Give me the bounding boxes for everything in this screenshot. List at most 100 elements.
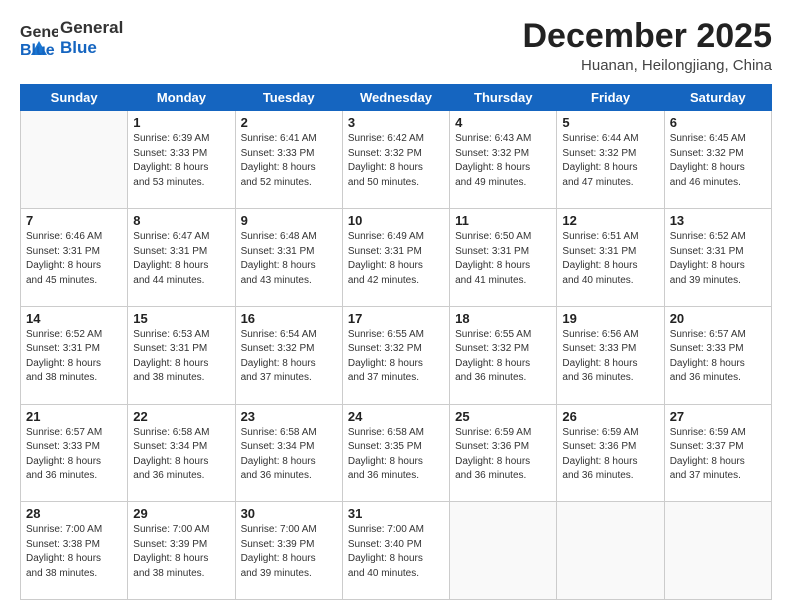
day-info: Sunrise: 6:43 AMSunset: 3:32 PMDaylight:… (455, 132, 551, 190)
day-info: Sunrise: 7:00 AMSunset: 3:38 PMDaylight:… (26, 523, 122, 581)
day-info: Sunrise: 6:58 AMSunset: 3:34 PMDaylight:… (133, 426, 229, 484)
day-info: Sunrise: 6:51 AMSunset: 3:31 PMDaylight:… (562, 230, 658, 288)
day-number: 26 (562, 409, 658, 424)
calendar-cell: 29 Sunrise: 7:00 AMSunset: 3:39 PMDayligh… (128, 502, 235, 600)
calendar-cell: 16Sunrise: 6:54 AMSunset: 3:32 PMDayligh… (235, 306, 342, 404)
day-number: 28 (26, 506, 122, 521)
day-number: 30 (241, 506, 337, 521)
calendar-cell: 7 Sunrise: 6:46 AMSunset: 3:31 PMDaylight… (21, 209, 128, 307)
title-block: December 2025 Huanan, Heilongjiang, Chin… (522, 18, 772, 74)
day-number: 31 (348, 506, 444, 521)
weekday-monday: Monday (128, 85, 235, 111)
calendar-cell: 12 Sunrise: 6:51 AMSunset: 3:31 PMDayligh… (557, 209, 664, 307)
day-info: Sunrise: 6:52 AMSunset: 3:31 PMDaylight:… (26, 328, 122, 386)
calendar-cell (664, 502, 771, 600)
day-number: 1 (133, 115, 229, 130)
logo-icon: General Blue (20, 19, 58, 57)
day-number: 16 (241, 311, 337, 326)
day-info: Sunrise: 6:50 AMSunset: 3:31 PMDaylight:… (455, 230, 551, 288)
week-row-2: 7 Sunrise: 6:46 AMSunset: 3:31 PMDaylight… (21, 209, 772, 307)
day-number: 25 (455, 409, 551, 424)
calendar-cell: 20 Sunrise: 6:57 AMSunset: 3:33 PMDayligh… (664, 306, 771, 404)
calendar-cell (557, 502, 664, 600)
week-row-3: 14 Sunrise: 6:52 AMSunset: 3:31 PMDayligh… (21, 306, 772, 404)
calendar-cell: 22 Sunrise: 6:58 AMSunset: 3:34 PMDayligh… (128, 404, 235, 502)
logo: General Blue General Blue (20, 18, 123, 59)
calendar-cell: 13Sunrise: 6:52 AMSunset: 3:31 PMDayligh… (664, 209, 771, 307)
day-info: Sunrise: 6:59 AMSunset: 3:37 PMDaylight:… (670, 426, 766, 484)
weekday-tuesday: Tuesday (235, 85, 342, 111)
day-info: Sunrise: 6:58 AMSunset: 3:34 PMDaylight:… (241, 426, 337, 484)
weekday-thursday: Thursday (450, 85, 557, 111)
day-info: Sunrise: 6:56 AMSunset: 3:33 PMDaylight:… (562, 328, 658, 386)
calendar-cell: 31 Sunrise: 7:00 AMSunset: 3:40 PMDayligh… (342, 502, 449, 600)
day-info: Sunrise: 6:45 AMSunset: 3:32 PMDaylight:… (670, 132, 766, 190)
day-number: 22 (133, 409, 229, 424)
header: General Blue General Blue December 2025 … (20, 18, 772, 74)
weekday-header-row: SundayMondayTuesdayWednesdayThursdayFrid… (21, 85, 772, 111)
weekday-saturday: Saturday (664, 85, 771, 111)
calendar-cell: 21Sunrise: 6:57 AMSunset: 3:33 PMDayligh… (21, 404, 128, 502)
svg-text:Blue: Blue (20, 42, 55, 57)
weekday-wednesday: Wednesday (342, 85, 449, 111)
day-number: 14 (26, 311, 122, 326)
day-number: 6 (670, 115, 766, 130)
calendar-cell: 26 Sunrise: 6:59 AMSunset: 3:36 PMDayligh… (557, 404, 664, 502)
calendar-cell: 30Sunrise: 7:00 AMSunset: 3:39 PMDayligh… (235, 502, 342, 600)
day-number: 17 (348, 311, 444, 326)
calendar-cell: 3Sunrise: 6:42 AMSunset: 3:32 PMDaylight… (342, 111, 449, 209)
week-row-1: 1 Sunrise: 6:39 AMSunset: 3:33 PMDaylight… (21, 111, 772, 209)
logo-general: General (60, 18, 123, 38)
day-number: 15 (133, 311, 229, 326)
calendar-cell: 4 Sunrise: 6:43 AMSunset: 3:32 PMDaylight… (450, 111, 557, 209)
calendar-cell: 9Sunrise: 6:48 AMSunset: 3:31 PMDaylight… (235, 209, 342, 307)
calendar-cell: 25 Sunrise: 6:59 AMSunset: 3:36 PMDayligh… (450, 404, 557, 502)
day-info: Sunrise: 6:53 AMSunset: 3:31 PMDaylight:… (133, 328, 229, 386)
calendar-cell: 28 Sunrise: 7:00 AMSunset: 3:38 PMDayligh… (21, 502, 128, 600)
calendar-cell: 6 Sunrise: 6:45 AMSunset: 3:32 PMDaylight… (664, 111, 771, 209)
day-number: 9 (241, 213, 337, 228)
day-info: Sunrise: 6:44 AMSunset: 3:32 PMDaylight:… (562, 132, 658, 190)
day-info: Sunrise: 6:57 AMSunset: 3:33 PMDaylight:… (26, 426, 122, 484)
day-info: Sunrise: 6:55 AMSunset: 3:32 PMDaylight:… (455, 328, 551, 386)
calendar-cell: 5Sunrise: 6:44 AMSunset: 3:32 PMDaylight… (557, 111, 664, 209)
day-info: Sunrise: 6:55 AMSunset: 3:32 PMDaylight:… (348, 328, 444, 386)
day-number: 20 (670, 311, 766, 326)
day-number: 12 (562, 213, 658, 228)
day-info: Sunrise: 6:57 AMSunset: 3:33 PMDaylight:… (670, 328, 766, 386)
day-number: 10 (348, 213, 444, 228)
day-number: 7 (26, 213, 122, 228)
day-number: 27 (670, 409, 766, 424)
page: General Blue General Blue December 2025 … (0, 0, 792, 612)
calendar-cell: 11 Sunrise: 6:50 AMSunset: 3:31 PMDayligh… (450, 209, 557, 307)
day-info: Sunrise: 6:46 AMSunset: 3:31 PMDaylight:… (26, 230, 122, 288)
weekday-sunday: Sunday (21, 85, 128, 111)
day-info: Sunrise: 6:49 AMSunset: 3:31 PMDaylight:… (348, 230, 444, 288)
calendar-cell: 17 Sunrise: 6:55 AMSunset: 3:32 PMDayligh… (342, 306, 449, 404)
svg-text:General: General (20, 24, 58, 41)
day-number: 11 (455, 213, 551, 228)
week-row-4: 21Sunrise: 6:57 AMSunset: 3:33 PMDayligh… (21, 404, 772, 502)
day-info: Sunrise: 6:47 AMSunset: 3:31 PMDaylight:… (133, 230, 229, 288)
calendar-cell: 18Sunrise: 6:55 AMSunset: 3:32 PMDayligh… (450, 306, 557, 404)
day-info: Sunrise: 7:00 AMSunset: 3:39 PMDaylight:… (133, 523, 229, 581)
day-number: 4 (455, 115, 551, 130)
calendar-cell: 8 Sunrise: 6:47 AMSunset: 3:31 PMDaylight… (128, 209, 235, 307)
calendar-cell: 15 Sunrise: 6:53 AMSunset: 3:31 PMDayligh… (128, 306, 235, 404)
calendar-cell: 10 Sunrise: 6:49 AMSunset: 3:31 PMDayligh… (342, 209, 449, 307)
day-info: Sunrise: 6:39 AMSunset: 3:33 PMDaylight:… (133, 132, 229, 190)
day-info: Sunrise: 6:52 AMSunset: 3:31 PMDaylight:… (670, 230, 766, 288)
day-number: 8 (133, 213, 229, 228)
main-title: December 2025 (522, 18, 772, 55)
calendar-cell: 27 Sunrise: 6:59 AMSunset: 3:37 PMDayligh… (664, 404, 771, 502)
calendar-table: SundayMondayTuesdayWednesdayThursdayFrid… (20, 84, 772, 600)
day-info: Sunrise: 7:00 AMSunset: 3:40 PMDaylight:… (348, 523, 444, 581)
day-number: 23 (241, 409, 337, 424)
day-info: Sunrise: 6:59 AMSunset: 3:36 PMDaylight:… (562, 426, 658, 484)
calendar-cell: 1 Sunrise: 6:39 AMSunset: 3:33 PMDaylight… (128, 111, 235, 209)
day-number: 24 (348, 409, 444, 424)
day-number: 29 (133, 506, 229, 521)
calendar-cell: 2Sunrise: 6:41 AMSunset: 3:33 PMDaylight… (235, 111, 342, 209)
day-number: 3 (348, 115, 444, 130)
day-info: Sunrise: 6:59 AMSunset: 3:36 PMDaylight:… (455, 426, 551, 484)
